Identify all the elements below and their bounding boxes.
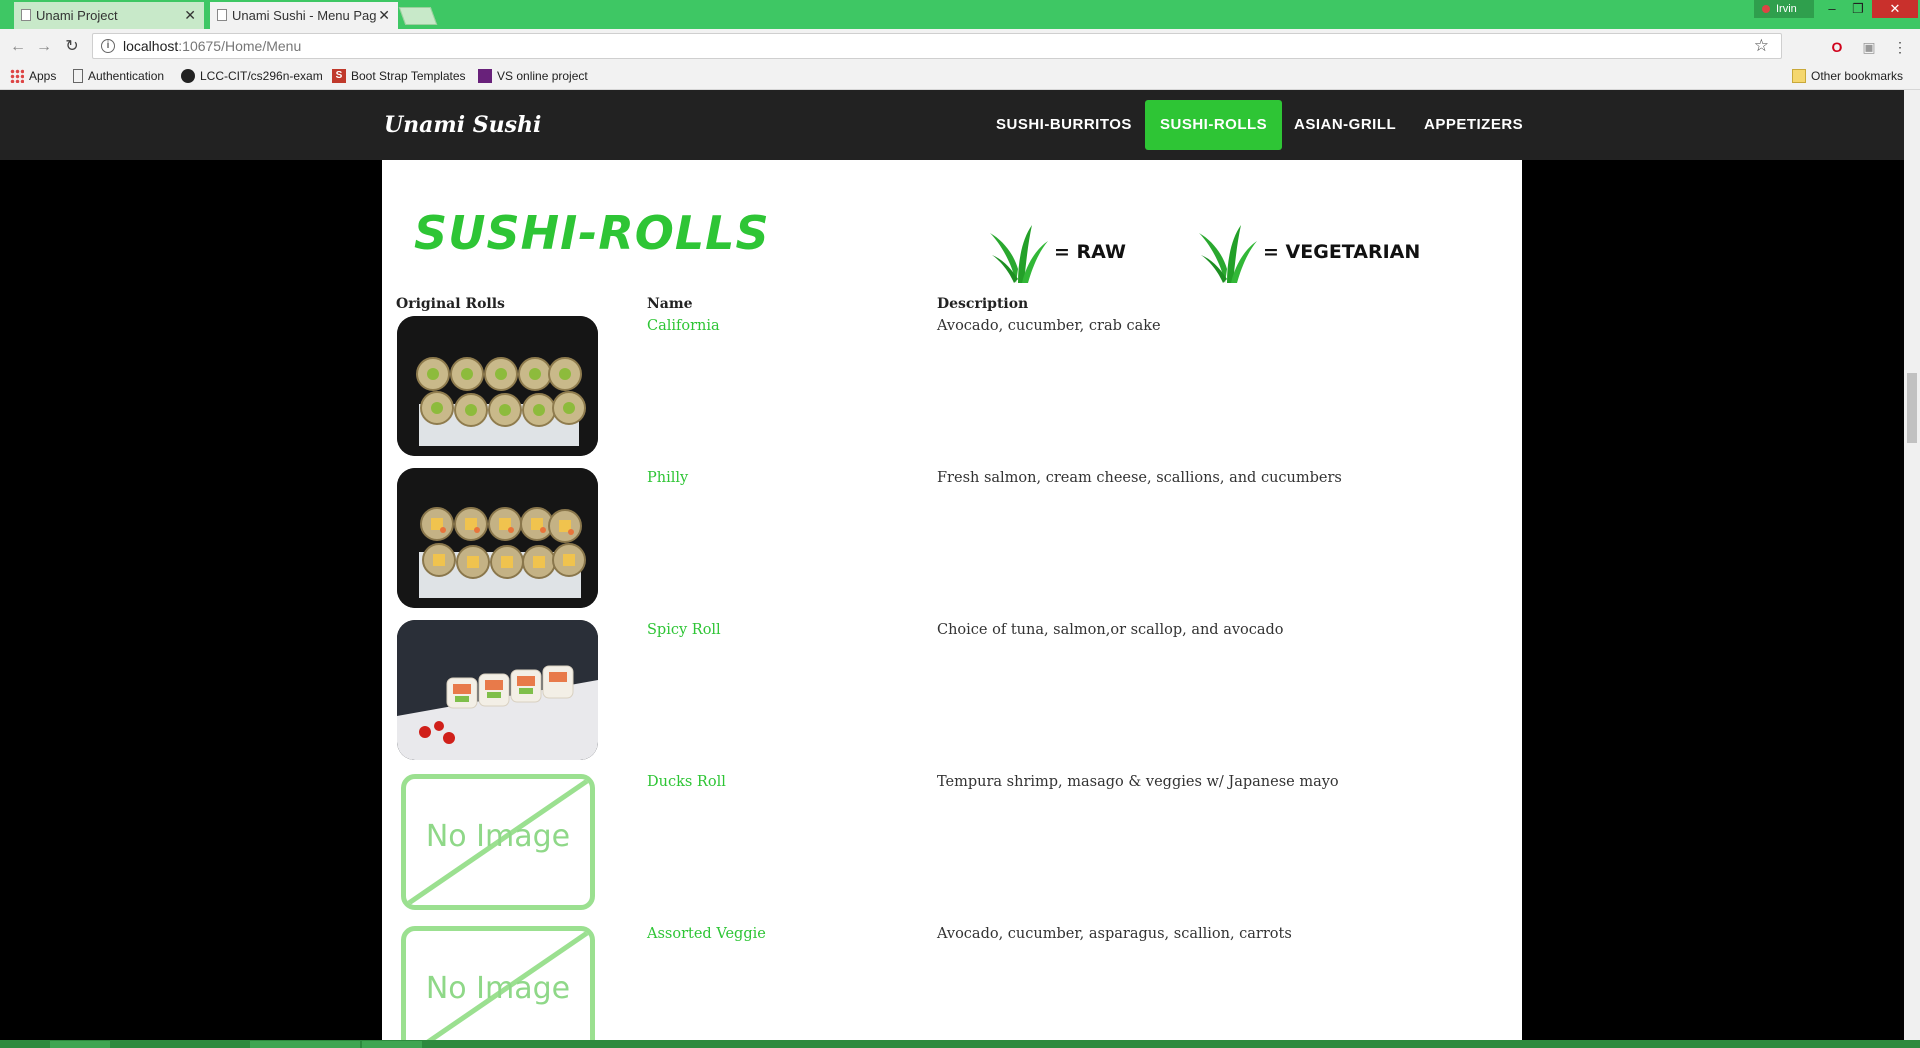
tab-title: Unami Project bbox=[36, 8, 118, 23]
grass-icon bbox=[990, 225, 1048, 283]
no-image-placeholder: No Image bbox=[401, 926, 595, 1040]
bookmark-github[interactable]: LCC-CIT/cs296n-exam bbox=[181, 69, 323, 83]
profile-button[interactable]: Irvin bbox=[1754, 0, 1814, 18]
url-path: :10675/Home/Menu bbox=[178, 38, 302, 54]
item-name-link[interactable]: Philly bbox=[647, 470, 688, 486]
menu-row: No Image Assorted Veggie Avocado, cucumb… bbox=[382, 924, 1522, 1040]
github-icon bbox=[181, 69, 195, 83]
item-name-link[interactable]: California bbox=[647, 318, 720, 334]
nav-asian-grill[interactable]: ASIAN-GRILL bbox=[1279, 100, 1411, 150]
site-brand[interactable]: Unami Sushi bbox=[384, 112, 541, 138]
grass-icon bbox=[1199, 225, 1257, 283]
bookmark-label: Authentication bbox=[88, 69, 165, 83]
item-description: Fresh salmon, cream cheese, scallions, a… bbox=[937, 470, 1342, 486]
menu-row: Spicy Roll Choice of tuna, salmon,or sca… bbox=[382, 620, 1522, 772]
scrollbar-thumb[interactable] bbox=[1907, 373, 1917, 443]
s-logo-icon: S bbox=[332, 69, 346, 83]
bookmark-label: VS online project bbox=[497, 69, 588, 83]
page-icon bbox=[21, 9, 31, 21]
browser-tab-active[interactable]: Unami Sushi - Menu Pag ✕ bbox=[210, 2, 398, 29]
legend-raw-text: = RAW bbox=[1054, 241, 1126, 263]
bookmark-vs-online[interactable]: VS online project bbox=[478, 69, 588, 83]
apps-grid-icon bbox=[10, 69, 24, 83]
menu-content: SUSHI-ROLLS = RAW = VEGETARIAN Original … bbox=[382, 160, 1522, 1040]
bookmark-bootstrap[interactable]: S Boot Strap Templates bbox=[332, 69, 466, 83]
forward-icon[interactable]: → bbox=[34, 37, 54, 57]
bookmark-star-icon[interactable]: ☆ bbox=[1754, 36, 1769, 56]
page-title: SUSHI-ROLLS bbox=[414, 206, 770, 260]
philly-roll-image bbox=[397, 468, 598, 608]
bookmark-label: Apps bbox=[29, 69, 57, 83]
browser-tab[interactable]: Unami Project ✕ bbox=[14, 2, 204, 29]
window-close-icon[interactable]: ✕ bbox=[1872, 0, 1918, 18]
column-header-name: Name bbox=[647, 296, 693, 312]
reload-icon[interactable]: ↻ bbox=[62, 37, 82, 57]
legend-vegetarian: = VEGETARIAN bbox=[1197, 219, 1420, 285]
column-header-description: Description bbox=[937, 296, 1029, 312]
page-icon bbox=[217, 9, 227, 21]
url-host: localhost bbox=[123, 38, 179, 54]
menu-row: California Avocado, cucumber, crab cake bbox=[382, 316, 1522, 468]
browser-tab-bar: Unami Project ✕ Unami Sushi - Menu Pag ✕… bbox=[0, 0, 1920, 29]
spicy-roll-image bbox=[397, 620, 598, 760]
folder-icon bbox=[1792, 69, 1806, 83]
nav-sushi-burritos[interactable]: SUSHI-BURRITOS bbox=[981, 100, 1147, 150]
profile-name: Irvin bbox=[1776, 3, 1797, 15]
avatar-icon bbox=[1762, 5, 1770, 13]
close-icon[interactable]: ✕ bbox=[184, 7, 196, 24]
no-image-placeholder: No Image bbox=[401, 774, 595, 910]
item-description: Tempura shrimp, masago & veggies w/ Japa… bbox=[937, 774, 1339, 790]
menu-row: Philly Fresh salmon, cream cheese, scall… bbox=[382, 468, 1522, 620]
address-toolbar: ← → ↻ i localhost:10675/Home/Menu ☆ O ▣ … bbox=[0, 29, 1920, 64]
column-header-section: Original Rolls bbox=[396, 296, 505, 312]
nav-appetizers[interactable]: APPETIZERS bbox=[1409, 100, 1538, 150]
back-icon[interactable]: ← bbox=[8, 37, 28, 57]
california-roll-image bbox=[397, 316, 598, 456]
info-icon[interactable]: i bbox=[101, 39, 115, 53]
item-name-link[interactable]: Ducks Roll bbox=[647, 774, 726, 790]
restore-icon[interactable]: ❐ bbox=[1842, 0, 1874, 18]
item-description: Choice of tuna, salmon,or scallop, and a… bbox=[937, 622, 1284, 638]
visual-studio-icon bbox=[478, 69, 492, 83]
nav-sushi-rolls[interactable]: SUSHI-ROLLS bbox=[1145, 100, 1283, 150]
site-navbar: Unami Sushi SUSHI-BURRITOS SUSHI-ROLLS A… bbox=[0, 90, 1904, 160]
opera-extension-icon[interactable]: O bbox=[1827, 37, 1847, 57]
item-name-link[interactable]: Assorted Veggie bbox=[647, 926, 766, 942]
page-icon bbox=[73, 69, 83, 83]
taskbar-button[interactable] bbox=[362, 1041, 422, 1048]
bookmark-label: LCC-CIT/cs296n-exam bbox=[200, 69, 323, 83]
taskbar-button[interactable] bbox=[300, 1041, 360, 1048]
item-description: Avocado, cucumber, crab cake bbox=[937, 318, 1161, 334]
tab-title: Unami Sushi - Menu Pag bbox=[232, 8, 377, 23]
page-scrollbar[interactable] bbox=[1904, 90, 1920, 1040]
item-description: Avocado, cucumber, asparagus, scallion, … bbox=[937, 926, 1292, 942]
close-icon[interactable]: ✕ bbox=[378, 7, 390, 24]
legend-raw: = RAW bbox=[988, 219, 1126, 285]
url-input[interactable]: i localhost:10675/Home/Menu ☆ bbox=[92, 33, 1782, 59]
legend-vegetarian-text: = VEGETARIAN bbox=[1263, 241, 1421, 263]
bookmark-label: Boot Strap Templates bbox=[351, 69, 466, 83]
bookmarks-bar: Apps Authentication LCC-CIT/cs296n-exam … bbox=[0, 64, 1920, 90]
bookmark-label: Other bookmarks bbox=[1811, 69, 1904, 83]
other-bookmarks[interactable]: Other bookmarks bbox=[1792, 69, 1903, 83]
pdf-extension-icon[interactable]: ▣ bbox=[1859, 37, 1879, 57]
bookmark-apps[interactable]: Apps bbox=[10, 69, 56, 83]
no-image-text: No Image bbox=[425, 971, 571, 1006]
bookmark-authentication[interactable]: Authentication bbox=[73, 69, 164, 83]
taskbar bbox=[0, 1040, 1920, 1048]
no-image-text: No Image bbox=[425, 819, 571, 854]
new-tab-button[interactable] bbox=[398, 7, 438, 25]
taskbar-button[interactable] bbox=[50, 1041, 110, 1048]
item-name-link[interactable]: Spicy Roll bbox=[647, 622, 721, 638]
menu-icon[interactable]: ⋮ bbox=[1890, 37, 1910, 57]
menu-row: No Image Ducks Roll Tempura shrimp, masa… bbox=[382, 772, 1522, 924]
